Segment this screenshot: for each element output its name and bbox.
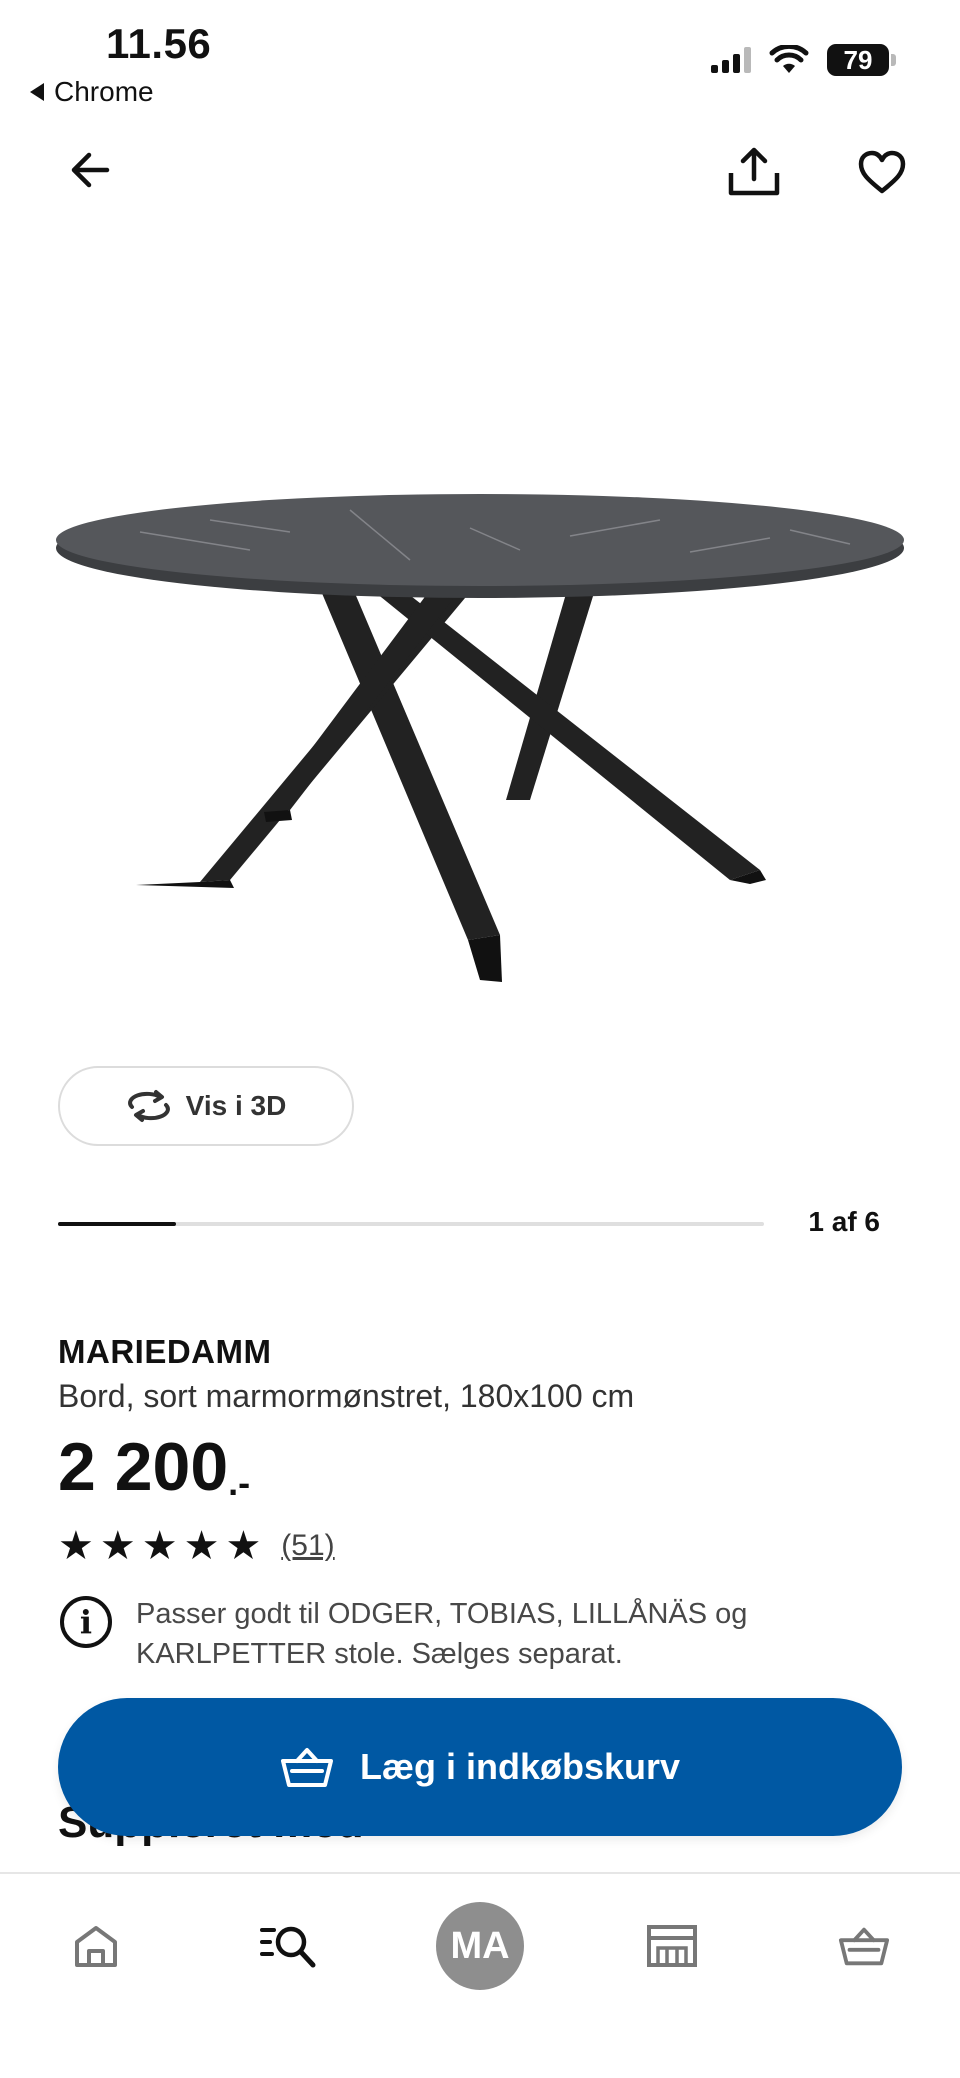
nav-home[interactable]: [46, 1896, 146, 1996]
star-icon: ★: [58, 1524, 94, 1568]
home-icon: [75, 1926, 117, 1967]
nav-search[interactable]: [238, 1896, 338, 1996]
info-icon: i: [60, 1596, 112, 1648]
product-price: 2 200 .-: [58, 1428, 250, 1506]
star-icon: ★: [225, 1524, 262, 1568]
back-button[interactable]: [60, 140, 120, 200]
status-time: 11.56: [106, 20, 212, 67]
status-indicators: 79: [711, 44, 896, 76]
star-icon: ★: [141, 1524, 178, 1568]
price-suffix: .-: [228, 1462, 251, 1503]
compatibility-text: Passer godt til ODGER, TOBIAS, LILLÅNÄS …: [136, 1598, 748, 1671]
back-app-label: Chrome: [54, 76, 154, 107]
gallery-progress-fill: [58, 1222, 176, 1226]
back-to-app-link[interactable]: Chrome: [30, 76, 154, 108]
compatibility-info: i Passer godt til ODGER, TOBIAS, LILLÅNÄ…: [60, 1594, 776, 1674]
store-icon: [647, 1925, 697, 1967]
view-3d-button[interactable]: Vis i 3D: [58, 1066, 354, 1146]
basket-icon: [280, 1748, 333, 1787]
back-triangle-icon: [30, 83, 44, 101]
battery-level: 79: [827, 44, 889, 76]
nav-profile[interactable]: MA: [430, 1896, 530, 1996]
add-to-cart-button[interactable]: Læg i indkøbskurv: [58, 1698, 902, 1836]
share-button[interactable]: [722, 140, 786, 204]
basket-nav-icon: [838, 1927, 890, 1966]
avatar: MA: [436, 1902, 524, 1990]
rating-stars: ★ ★ ★ ★ ★: [58, 1526, 261, 1566]
nav-stores[interactable]: [622, 1896, 722, 1996]
heart-icon: [858, 150, 906, 194]
star-icon: ★: [99, 1524, 136, 1568]
product-name: MARIEDAMM: [58, 1333, 272, 1370]
review-count-link[interactable]: (51): [281, 1529, 334, 1563]
battery-indicator: 79: [827, 44, 896, 76]
product-image[interactable]: [50, 440, 910, 1000]
price-value: 2 200: [58, 1429, 229, 1505]
product-description: Bord, sort marmormønstret, 180x100 cm: [58, 1378, 635, 1414]
nav-basket[interactable]: [814, 1896, 914, 1996]
product-rating[interactable]: ★ ★ ★ ★ ★ (51): [58, 1526, 335, 1566]
cellular-signal-icon: [711, 47, 751, 73]
arrow-left-icon: [71, 152, 110, 188]
star-icon: ★: [183, 1524, 220, 1568]
search-icon: [260, 1926, 316, 1968]
rotate-3d-icon: [127, 1090, 170, 1122]
view-3d-label: Vis i 3D: [185, 1090, 287, 1121]
gallery-counter: 1 af 6: [808, 1206, 880, 1237]
bottom-nav: MA: [0, 1872, 960, 2078]
gallery-progress-track[interactable]: [58, 1222, 764, 1226]
add-to-cart-label: Læg i indkøbskurv: [359, 1746, 681, 1787]
wifi-icon: [769, 45, 809, 73]
favorite-button[interactable]: [850, 140, 914, 204]
share-icon: [728, 147, 780, 196]
